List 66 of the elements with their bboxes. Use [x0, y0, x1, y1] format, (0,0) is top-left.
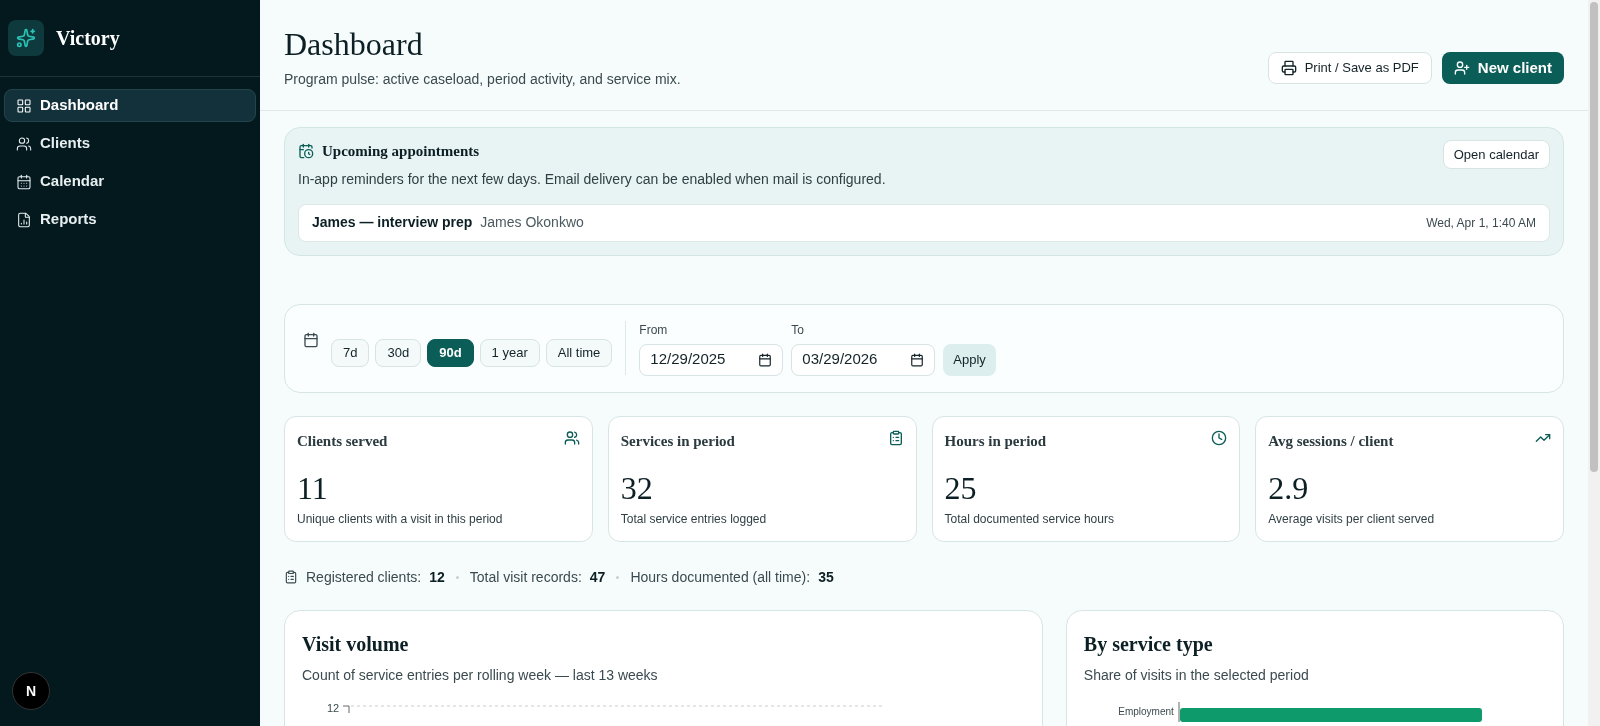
page-title: Dashboard — [284, 24, 424, 63]
stat-title: Hours in period — [944, 431, 1047, 451]
appointments-title: Upcoming appointments — [322, 142, 480, 161]
nav-item[interactable]: Clients — [4, 127, 256, 160]
chart-subtitle: Count of service entries per rolling week — last 13 weeks — [302, 665, 659, 685]
total-label: Total visit records: — [469, 567, 582, 587]
apply-button[interactable]: Apply — [943, 343, 996, 376]
calendar-icon — [303, 332, 319, 348]
appointments-description: In-app reminders for the next few days. Email delivery can be enabled when mail is configured. — [298, 169, 886, 189]
stat-caption: Average visits per client served — [1268, 511, 1436, 528]
date-label: From — [639, 321, 669, 339]
new-client-button[interactable]: New client — [1441, 52, 1564, 84]
logo-icon — [8, 20, 44, 56]
grid-icon — [16, 97, 32, 114]
range-button[interactable]: 1 year — [479, 339, 540, 367]
stat-title: Clients served — [297, 431, 388, 451]
stat-caption: Unique clients with a visit in this period — [297, 511, 504, 528]
chart-subtitle: Share of visits in the selected period — [1083, 665, 1310, 685]
brand-name: Victory — [56, 26, 120, 52]
calendar-clock-icon — [298, 143, 314, 160]
users-icon — [563, 429, 580, 446]
axis-tick-label: 12 — [327, 701, 340, 714]
stat-value: 11 — [297, 470, 329, 506]
stat-caption: Total service entries logged — [620, 511, 768, 528]
range-button[interactable]: 7d — [331, 339, 370, 367]
clock-icon — [1211, 429, 1228, 446]
nav-item[interactable]: Calendar — [4, 165, 256, 198]
report-icon — [16, 211, 32, 228]
date-field[interactable]: 12/29/2025 — [639, 343, 784, 376]
calendar-icon — [16, 173, 32, 190]
client-name: James Okonkwo — [480, 213, 584, 232]
printer-icon — [1280, 60, 1297, 76]
total-label: Registered clients: — [306, 567, 422, 587]
page-subtitle: Program pulse: active caseload, period activity, and service mix. — [284, 69, 681, 89]
user-plus-icon — [1453, 60, 1470, 76]
clipboard-icon — [887, 429, 904, 446]
avatar[interactable]: N — [12, 672, 50, 710]
total-value: 12 — [429, 567, 445, 587]
range-button[interactable]: 90d — [427, 339, 474, 367]
date-label: To — [791, 321, 806, 339]
chart-title: By service type — [1083, 631, 1214, 658]
total-value: 35 — [818, 567, 834, 587]
nav-item[interactable]: Dashboard — [4, 89, 256, 122]
stat-value: 2.9 — [1268, 470, 1310, 506]
range-button[interactable]: All time — [545, 339, 613, 367]
stat-value: 25 — [944, 470, 978, 506]
nav-item[interactable]: Reports — [4, 203, 256, 236]
calendar-icon — [758, 352, 773, 367]
print-button[interactable]: Print / Save as PDF — [1267, 52, 1432, 84]
stat-title: Avg sessions / client — [1268, 431, 1394, 451]
total-value: 47 — [589, 567, 606, 587]
chart-title: Visit volume — [302, 631, 410, 657]
appointment-title: James — interview prep — [312, 213, 473, 232]
total-label: Hours documented (all time): — [630, 567, 811, 587]
appointment-row[interactable]: James — interview prep James Okonkwo Wed, Apr 1, 1:40 AM — [298, 203, 1550, 242]
range-button[interactable]: 30d — [375, 339, 422, 367]
stat-title: Services in period — [620, 431, 735, 451]
date-field[interactable]: 03/29/2026 — [791, 343, 936, 376]
category-label: Employment — [1117, 705, 1174, 718]
users-icon — [16, 135, 32, 152]
stat-caption: Total documented service hours — [944, 511, 1115, 528]
open-calendar-button[interactable]: Open calendar — [1442, 140, 1550, 169]
clipboard-icon — [284, 570, 298, 584]
appointment-time: Wed, Apr 1, 1:40 AM — [1426, 214, 1536, 232]
stat-value: 32 — [620, 470, 654, 506]
calendar-icon — [910, 352, 925, 367]
